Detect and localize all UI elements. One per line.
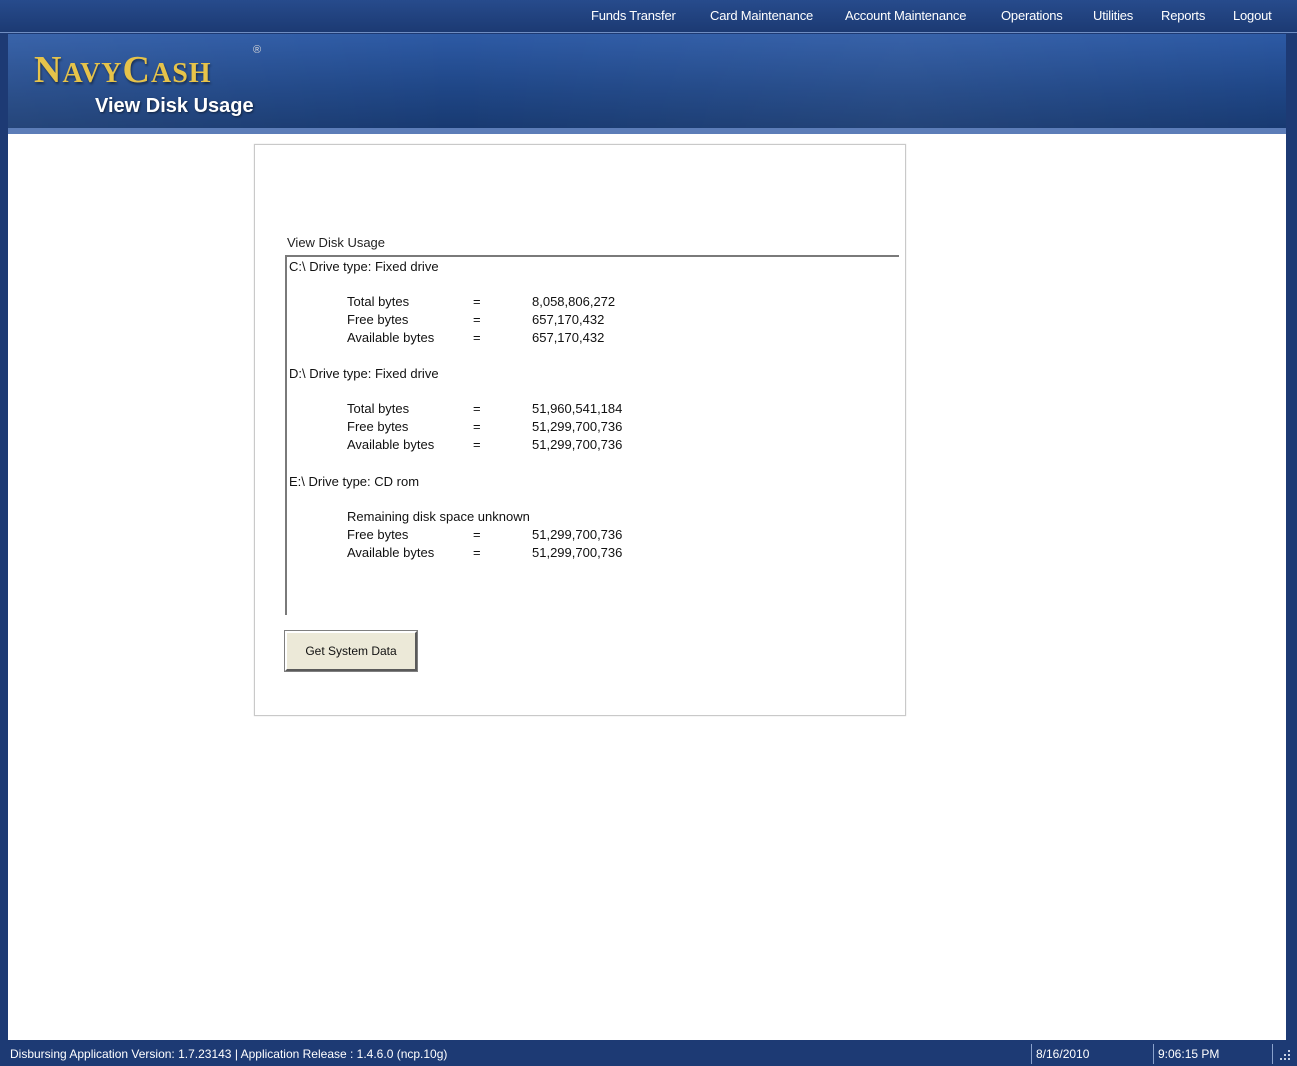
row-value: 51,960,541,184	[532, 401, 623, 416]
row-key: Free bytes	[347, 527, 409, 542]
drive-e-header: E:\ Drive type: CD rom	[289, 474, 420, 489]
disk-usage-output-box[interactable]: C:\ Drive type: Fixed drive Total bytes …	[285, 255, 899, 615]
row-value: 51,299,700,736	[532, 437, 623, 452]
row-equals: =	[473, 294, 481, 309]
row-equals: =	[473, 545, 481, 560]
status-time: 9:06:15 PM	[1158, 1047, 1220, 1061]
row-equals: =	[473, 527, 481, 542]
row-equals: =	[473, 401, 481, 416]
header-banner: NAVYCASH ® View Disk Usage	[8, 34, 1286, 134]
resize-grip-icon[interactable]	[1276, 1046, 1292, 1062]
row-value: 8,058,806,272	[532, 294, 616, 309]
drive-e-note: Remaining disk space unknown	[347, 509, 530, 524]
logo-text-avy: AVY	[62, 58, 123, 89]
nav-card-maintenance[interactable]: Card Maintenance	[710, 8, 813, 23]
drive-d-header: D:\ Drive type: Fixed drive	[289, 366, 439, 381]
drive-c-header: C:\ Drive type: Fixed drive	[289, 259, 439, 274]
nav-account-maintenance[interactable]: Account Maintenance	[845, 8, 966, 23]
row-value: 51,299,700,736	[532, 419, 623, 434]
version-info: Disbursing Application Version: 1.7.2314…	[10, 1047, 448, 1061]
row-equals: =	[473, 330, 481, 345]
row-equals: =	[473, 437, 481, 452]
nav-funds-transfer[interactable]: Funds Transfer	[591, 8, 676, 23]
disk-usage-panel: View Disk Usage C:\ Drive type: Fixed dr…	[254, 144, 906, 716]
nav-operations[interactable]: Operations	[1001, 8, 1063, 23]
nav-utilities[interactable]: Utilities	[1093, 8, 1133, 23]
row-value: 51,299,700,736	[532, 545, 623, 560]
row-key: Free bytes	[347, 312, 409, 327]
status-divider	[1272, 1044, 1273, 1064]
row-value: 657,170,432	[532, 312, 605, 327]
row-key: Available bytes	[347, 545, 435, 560]
logo-text-ash: ASH	[150, 58, 212, 89]
disk-usage-label: View Disk Usage	[287, 235, 386, 250]
app-frame: Funds Transfer Card Maintenance Account …	[0, 0, 1297, 1066]
row-value: 51,299,700,736	[532, 527, 623, 542]
top-navigation-bar: Funds Transfer Card Maintenance Account …	[0, 0, 1297, 33]
row-equals: =	[473, 312, 481, 327]
status-divider	[1031, 1044, 1032, 1064]
logo-letter-n: N	[34, 49, 63, 91]
row-key: Total bytes	[347, 294, 410, 309]
main-content: View Disk Usage C:\ Drive type: Fixed dr…	[8, 134, 1286, 1040]
row-key: Available bytes	[347, 330, 435, 345]
row-equals: =	[473, 419, 481, 434]
page-title: View Disk Usage	[95, 95, 254, 117]
row-key: Total bytes	[347, 401, 410, 416]
status-bar: Disbursing Application Version: 1.7.2314…	[0, 1040, 1297, 1066]
row-value: 657,170,432	[532, 330, 605, 345]
nav-logout[interactable]: Logout	[1233, 8, 1272, 23]
row-key: Available bytes	[347, 437, 435, 452]
status-date: 8/16/2010	[1036, 1047, 1090, 1061]
status-divider	[1153, 1044, 1154, 1064]
logo-letter-c: C	[122, 49, 151, 91]
get-system-data-button[interactable]: Get System Data	[285, 631, 417, 671]
registered-mark: ®	[253, 44, 262, 56]
nav-reports[interactable]: Reports	[1161, 8, 1205, 23]
navycash-logo: NAVYCASH	[34, 48, 212, 92]
row-key: Free bytes	[347, 419, 409, 434]
